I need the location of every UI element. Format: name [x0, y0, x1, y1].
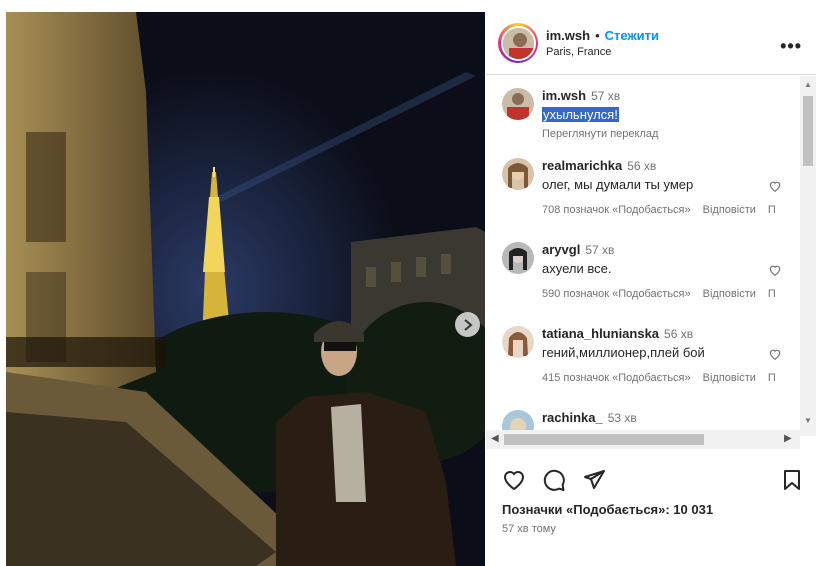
heart-icon[interactable]	[768, 347, 782, 361]
horizontal-scrollbar[interactable]: ◀ ▶	[486, 430, 800, 449]
vertical-scrollbar[interactable]: ▲ ▼	[800, 76, 816, 436]
reply-button[interactable]: Відповісти	[703, 372, 756, 384]
likes-count[interactable]: Позначки «Подобається»: 10 031	[502, 502, 713, 517]
like-heart-icon[interactable]	[502, 468, 526, 492]
comment-more-link[interactable]: П	[768, 288, 776, 300]
comment-text: олег, мы думали ты умер	[542, 177, 694, 192]
author-username[interactable]: im.wsh	[546, 28, 590, 43]
share-send-icon[interactable]	[582, 468, 606, 492]
post-side-panel: im.wsh • Стежити Paris, France ••• im.ws…	[486, 12, 816, 566]
follow-button[interactable]: Стежити	[605, 28, 659, 43]
caption-username[interactable]: im.wsh	[542, 88, 586, 103]
comments-list[interactable]: im.wsh 57 хв ухыльнулся! Переглянути пер…	[486, 76, 816, 452]
post-header: im.wsh • Стежити Paris, France •••	[486, 12, 816, 75]
comment-avatar[interactable]	[502, 242, 534, 274]
comment-text: гений,миллионер,плей бой	[542, 345, 705, 360]
comment-username[interactable]: realmarichka	[542, 158, 622, 173]
next-photo-button[interactable]	[455, 312, 480, 337]
comment-likes[interactable]: 415 позначок «Подобається»	[542, 372, 691, 384]
comment-bubble-icon[interactable]	[542, 468, 566, 492]
horizontal-scroll-thumb[interactable]	[504, 434, 704, 445]
translate-link[interactable]: Переглянути переклад	[542, 128, 658, 140]
post-photo[interactable]	[6, 12, 485, 566]
comment-avatar[interactable]	[502, 158, 534, 190]
save-bookmark-icon[interactable]	[780, 468, 804, 492]
reply-button[interactable]: Відповісти	[703, 288, 756, 300]
comment-item: tatiana_hlunianska 56 хв гений,миллионер…	[502, 326, 776, 384]
comment-time[interactable]: 56 хв	[664, 327, 693, 341]
scroll-down-icon[interactable]: ▼	[804, 416, 812, 425]
comment-more-link[interactable]: П	[768, 372, 776, 384]
comment-username[interactable]: rachinka_	[542, 410, 603, 425]
comment-username[interactable]: aryvgl	[542, 242, 580, 257]
scroll-right-icon[interactable]: ▶	[784, 433, 792, 444]
scroll-left-icon[interactable]: ◀	[491, 433, 499, 444]
comment-text: ахуели все.	[542, 261, 612, 276]
comment-username[interactable]: tatiana_hlunianska	[542, 326, 659, 341]
comment-likes[interactable]: 708 позначок «Подобається»	[542, 204, 691, 216]
comment-item: aryvgl 57 хв ахуели все. 590 позначок «П…	[502, 242, 776, 300]
heart-icon[interactable]	[768, 263, 782, 277]
comment-likes[interactable]: 590 позначок «Подобається»	[542, 288, 691, 300]
chevron-right-icon	[463, 318, 473, 331]
post-actions	[502, 468, 802, 492]
post-photo-image	[6, 12, 485, 566]
caption-item: im.wsh 57 хв ухыльнулся! Переглянути пер…	[502, 88, 658, 140]
comment-item: realmarichka 56 хв олег, мы думали ты ум…	[502, 158, 776, 216]
comment-time[interactable]: 57 хв	[585, 243, 614, 257]
avatar-image	[502, 27, 534, 59]
post-location[interactable]: Paris, France	[546, 46, 659, 58]
scroll-up-icon[interactable]: ▲	[804, 80, 812, 89]
author-avatar[interactable]	[498, 23, 538, 63]
vertical-scroll-thumb[interactable]	[803, 96, 813, 166]
comment-avatar[interactable]	[502, 326, 534, 358]
post-time-ago[interactable]: 57 хв тому	[502, 523, 556, 535]
caption-time[interactable]: 57 хв	[591, 89, 620, 103]
caption-avatar[interactable]	[502, 88, 534, 120]
comment-time[interactable]: 53 хв	[608, 411, 637, 425]
heart-icon[interactable]	[768, 179, 782, 193]
caption-text: ухыльнулся!	[542, 107, 619, 122]
comment-more-link[interactable]: П	[768, 204, 776, 216]
comment-time[interactable]: 56 хв	[627, 159, 656, 173]
reply-button[interactable]: Відповісти	[703, 204, 756, 216]
more-options-icon[interactable]: •••	[780, 36, 802, 57]
separator-dot: •	[595, 28, 600, 43]
